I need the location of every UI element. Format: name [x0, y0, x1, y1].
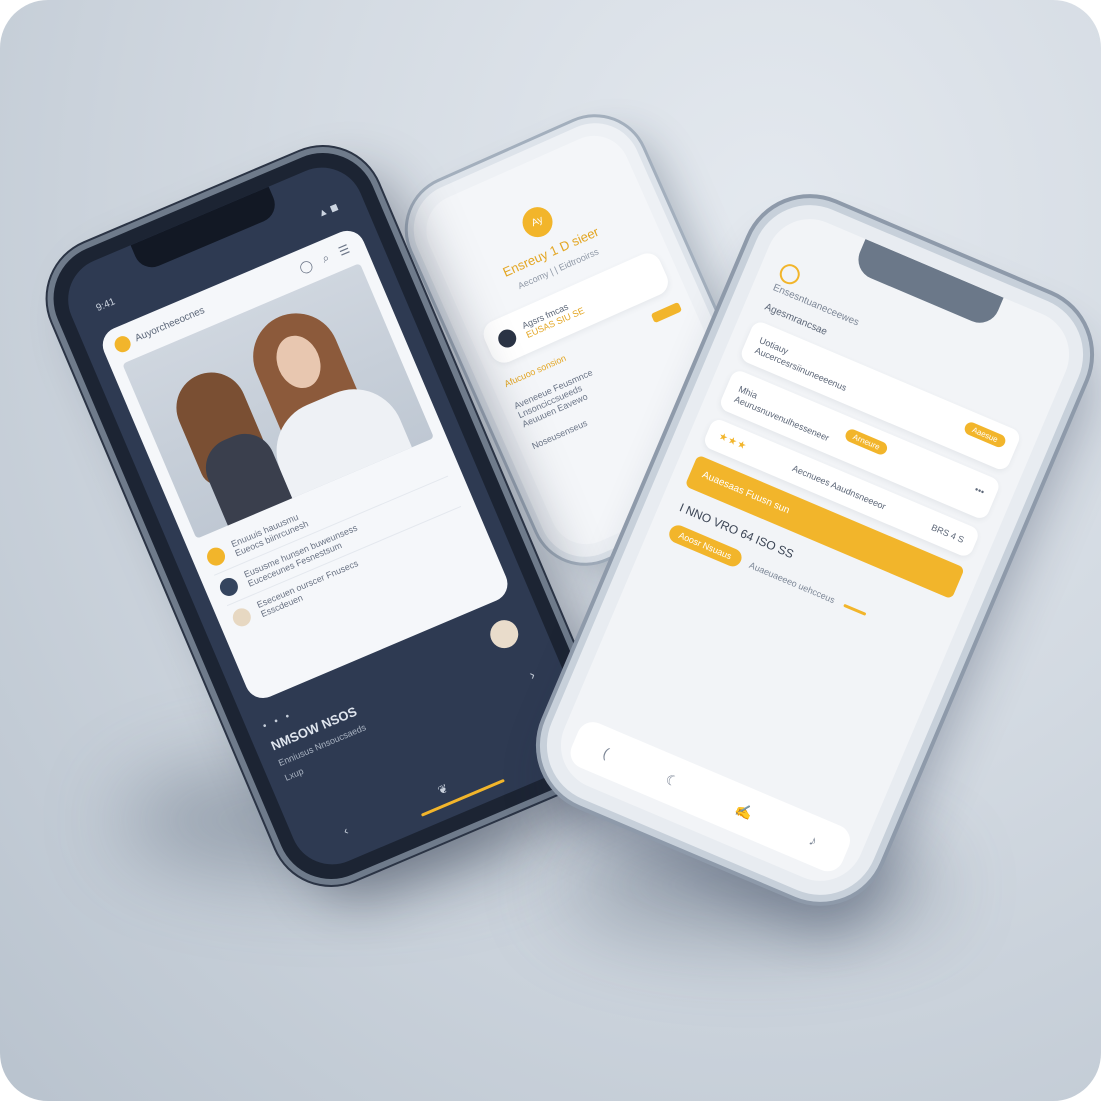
edit-icon[interactable]: ✍ — [733, 800, 755, 822]
coin-icon: Ay — [517, 202, 558, 242]
brand-logo-icon — [112, 333, 134, 355]
moon-icon[interactable]: ☾ — [663, 770, 681, 791]
status-time: 9:41 — [94, 296, 117, 315]
progress-bar — [843, 603, 867, 616]
star-icon: ★★★ — [716, 430, 749, 453]
avatar — [217, 575, 241, 599]
status-icons: ▲ ◼ — [316, 201, 341, 220]
avatar — [230, 605, 254, 630]
rating-value: BRS 4 S — [930, 521, 966, 545]
logo-icon — [776, 261, 803, 288]
scene-background: Ay Ensreuy 1 D sieer Aecomy | | Eidtrooi… — [0, 0, 1101, 1101]
back-icon[interactable]: ‹ — [341, 823, 350, 837]
avatar — [495, 326, 520, 351]
tab-icon[interactable]: ( — [601, 744, 612, 761]
music-icon[interactable]: ♪ — [807, 832, 820, 849]
action-button[interactable] — [650, 301, 683, 324]
more-icon[interactable]: • — [536, 741, 545, 756]
avatar — [204, 544, 228, 569]
home-icon[interactable]: ❦ — [436, 781, 451, 798]
